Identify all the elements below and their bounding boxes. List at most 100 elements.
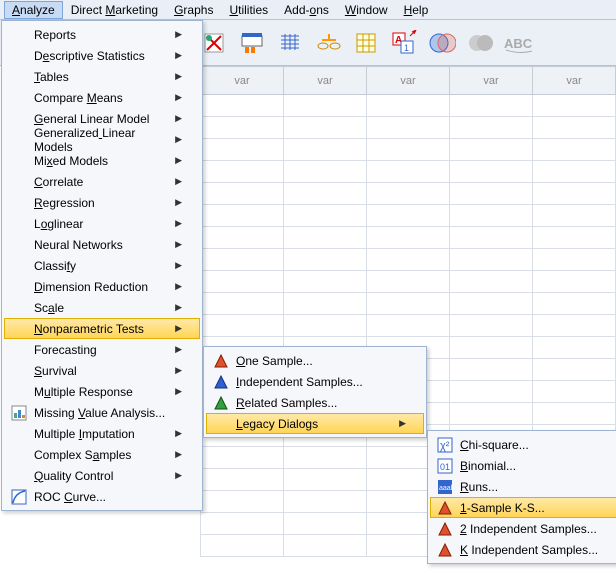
cell[interactable] <box>533 95 616 117</box>
cell[interactable] <box>367 161 450 183</box>
analyze-item-classify[interactable]: Classify▶ <box>4 255 200 276</box>
analyze-item-reports[interactable]: Reports▶ <box>4 24 200 45</box>
cell[interactable] <box>201 117 284 139</box>
analyze-item-loglinear[interactable]: Loglinear▶ <box>4 213 200 234</box>
cell[interactable] <box>284 205 367 227</box>
analyze-item-descriptive-statistics[interactable]: Descriptive Statistics▶ <box>4 45 200 66</box>
cell[interactable] <box>201 315 284 337</box>
menubar-item-direct-marketing[interactable]: Direct Marketing <box>63 1 166 19</box>
analyze-item-compare-means[interactable]: Compare Means▶ <box>4 87 200 108</box>
nonparam-item-legacy-dialogs[interactable]: Legacy Dialogs▶ <box>206 413 424 434</box>
cell[interactable] <box>367 271 450 293</box>
nonparam-item-independent-samples[interactable]: Independent Samples... <box>206 371 424 392</box>
cell[interactable] <box>284 315 367 337</box>
column-header[interactable]: var <box>533 67 616 95</box>
cell[interactable] <box>450 161 533 183</box>
column-header[interactable]: var <box>201 67 284 95</box>
cell[interactable] <box>284 535 367 557</box>
analyze-item-complex-samples[interactable]: Complex Samples▶ <box>4 444 200 465</box>
toolbar-icon-7[interactable] <box>428 29 456 57</box>
cell[interactable] <box>533 359 616 381</box>
legacy-item-runs[interactable]: aaabRuns... <box>430 476 616 497</box>
menubar-item-analyze[interactable]: Analyze <box>4 1 63 19</box>
cell[interactable] <box>367 139 450 161</box>
cell[interactable] <box>450 139 533 161</box>
analyze-item-roc-curve[interactable]: ROC Curve... <box>4 486 200 507</box>
cell[interactable] <box>284 249 367 271</box>
cell[interactable] <box>367 293 450 315</box>
cell[interactable] <box>450 271 533 293</box>
cell[interactable] <box>450 117 533 139</box>
cell[interactable] <box>450 227 533 249</box>
cell[interactable] <box>201 249 284 271</box>
nonparam-item-related-samples[interactable]: Related Samples... <box>206 392 424 413</box>
menubar-item-add-ons[interactable]: Add-ons <box>276 1 337 19</box>
cell[interactable] <box>201 227 284 249</box>
cell[interactable] <box>201 183 284 205</box>
cell[interactable] <box>450 403 533 425</box>
cell[interactable] <box>533 139 616 161</box>
toolbar-icon-9[interactable]: ABC <box>504 29 532 57</box>
menubar-item-graphs[interactable]: Graphs <box>166 1 221 19</box>
column-header[interactable]: var <box>284 67 367 95</box>
legacy-item-chi-square[interactable]: χ²Chi-square... <box>430 434 616 455</box>
cell[interactable] <box>284 513 367 535</box>
toolbar-icon-3[interactable] <box>276 29 304 57</box>
analyze-item-dimension-reduction[interactable]: Dimension Reduction▶ <box>4 276 200 297</box>
analyze-item-regression[interactable]: Regression▶ <box>4 192 200 213</box>
cell[interactable] <box>367 117 450 139</box>
cell[interactable] <box>284 117 367 139</box>
cell[interactable] <box>533 271 616 293</box>
legacy-item-2-independent-samples[interactable]: 2 Independent Samples... <box>430 518 616 539</box>
cell[interactable] <box>450 183 533 205</box>
toolbar-icon-4[interactable] <box>314 29 342 57</box>
cell[interactable] <box>533 205 616 227</box>
cell[interactable] <box>367 227 450 249</box>
column-header[interactable]: var <box>450 67 533 95</box>
cell[interactable] <box>450 205 533 227</box>
cell[interactable] <box>367 315 450 337</box>
cell[interactable] <box>450 315 533 337</box>
cell[interactable] <box>450 381 533 403</box>
cell[interactable] <box>533 161 616 183</box>
cell[interactable] <box>533 249 616 271</box>
legacy-item-1-sample-k-s[interactable]: 1-Sample K-S... <box>430 497 616 518</box>
cell[interactable] <box>450 95 533 117</box>
analyze-item-multiple-response[interactable]: Multiple Response▶ <box>4 381 200 402</box>
analyze-item-scale[interactable]: Scale▶ <box>4 297 200 318</box>
cell[interactable] <box>201 205 284 227</box>
analyze-item-tables[interactable]: Tables▶ <box>4 66 200 87</box>
cell[interactable] <box>284 271 367 293</box>
cell[interactable] <box>367 249 450 271</box>
cell[interactable] <box>201 535 284 557</box>
cell[interactable] <box>284 95 367 117</box>
cell[interactable] <box>201 491 284 513</box>
cell[interactable] <box>284 469 367 491</box>
analyze-item-mixed-models[interactable]: Mixed Models▶ <box>4 150 200 171</box>
legacy-item-k-independent-samples[interactable]: K Independent Samples... <box>430 539 616 560</box>
cell[interactable] <box>533 315 616 337</box>
cell[interactable] <box>284 227 367 249</box>
column-header[interactable]: var <box>367 67 450 95</box>
toolbar-icon-6[interactable]: A1 <box>390 29 418 57</box>
analyze-item-generalized-linear-models[interactable]: Generalized Linear Models▶ <box>4 129 200 150</box>
nonparam-item-one-sample[interactable]: One Sample... <box>206 350 424 371</box>
cell[interactable] <box>201 139 284 161</box>
cell[interactable] <box>201 447 284 469</box>
legacy-item-binomial[interactable]: 01Binomial... <box>430 455 616 476</box>
analyze-item-forecasting[interactable]: Forecasting▶ <box>4 339 200 360</box>
cell[interactable] <box>367 95 450 117</box>
cell[interactable] <box>201 469 284 491</box>
analyze-item-multiple-imputation[interactable]: Multiple Imputation▶ <box>4 423 200 444</box>
cell[interactable] <box>450 249 533 271</box>
menubar-item-utilities[interactable]: Utilities <box>221 1 276 19</box>
cell[interactable] <box>367 183 450 205</box>
analyze-item-survival[interactable]: Survival▶ <box>4 360 200 381</box>
cell[interactable] <box>284 161 367 183</box>
cell[interactable] <box>533 381 616 403</box>
cell[interactable] <box>201 513 284 535</box>
analyze-item-missing-value-analysis[interactable]: Missing Value Analysis... <box>4 402 200 423</box>
cell[interactable] <box>450 337 533 359</box>
toolbar-icon-8[interactable] <box>466 29 494 57</box>
cell[interactable] <box>533 117 616 139</box>
